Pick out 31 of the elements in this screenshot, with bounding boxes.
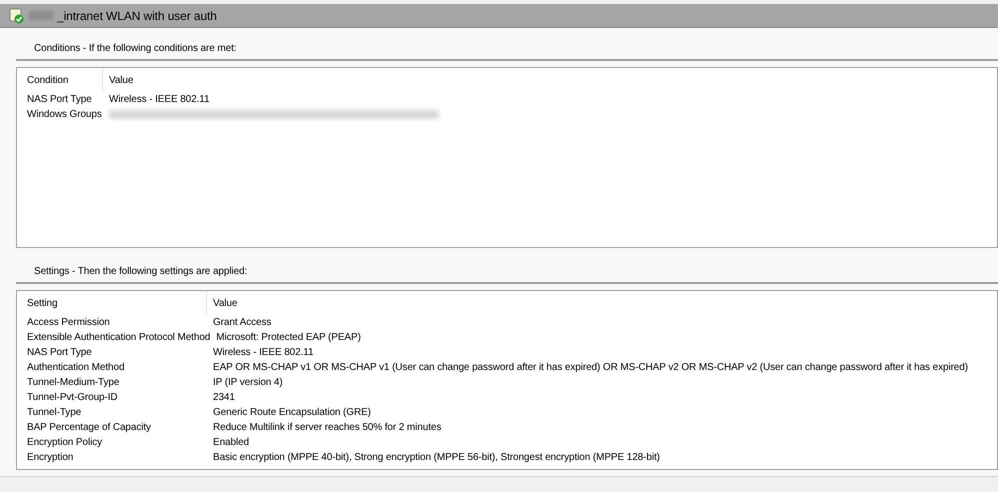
row-label: Tunnel-Medium-Type [26,376,120,390]
row-label: Access Permission [26,316,111,330]
policy-title: _intranet WLAN with user auth [57,8,217,24]
section-heading: Conditions - If the following conditions are met: [34,43,236,54]
row-label: Encryption [26,451,74,465]
row-label: BAP Percentage of Capacity [26,421,152,435]
row-label: NAS Port Type [26,93,93,107]
row-label: NAS Port Type [26,346,93,360]
row-label: Windows Groups [26,108,103,122]
row-value: Wireless - IEEE 802.11 [212,346,314,360]
row-label: Extensible Authentication Protocol Method [26,331,210,345]
section-heading: Settings - Then the following settings are applied: [34,266,248,277]
row-value: Wireless - IEEE 802.11 [108,93,210,107]
column-header[interactable]: Condition [23,68,103,92]
policy-icon [9,8,25,24]
row-value: EAP OR MS-CHAP v1 OR MS-CHAP v1 (User can change password after it has expired) OR MS-CHAP v2 OR MS-CHAP v2 (User can change password after it has expired) [212,361,968,375]
row-label: Authentication Method [26,361,126,375]
row-value: Basic encryption (MPPE 40-bit), Strong encryption (MPPE 56-bit), Strongest encryption (MPPE 128-bit) [212,451,660,465]
row-value: 2341 [212,391,235,405]
row-value: IP (IP version 4) [212,376,283,390]
column-header[interactable]: Setting [23,291,207,315]
row-value: Generic Route Encapsulation (GRE) [212,406,371,420]
row-value: Reduce Multilink if server reaches 50% for 2 minutes [212,421,442,435]
column-header[interactable]: Value [207,296,238,310]
column-header[interactable]: Value [103,72,134,88]
row-value: Enabled [212,436,249,450]
row-label: Tunnel-Pvt-Group-ID [26,391,119,405]
row-value: Microsoft: Protected EAP (PEAP) [215,331,361,345]
row-label: Tunnel-Type [26,406,82,420]
row-label: Encryption Policy [26,436,103,450]
row-value: Grant Access [212,316,272,330]
